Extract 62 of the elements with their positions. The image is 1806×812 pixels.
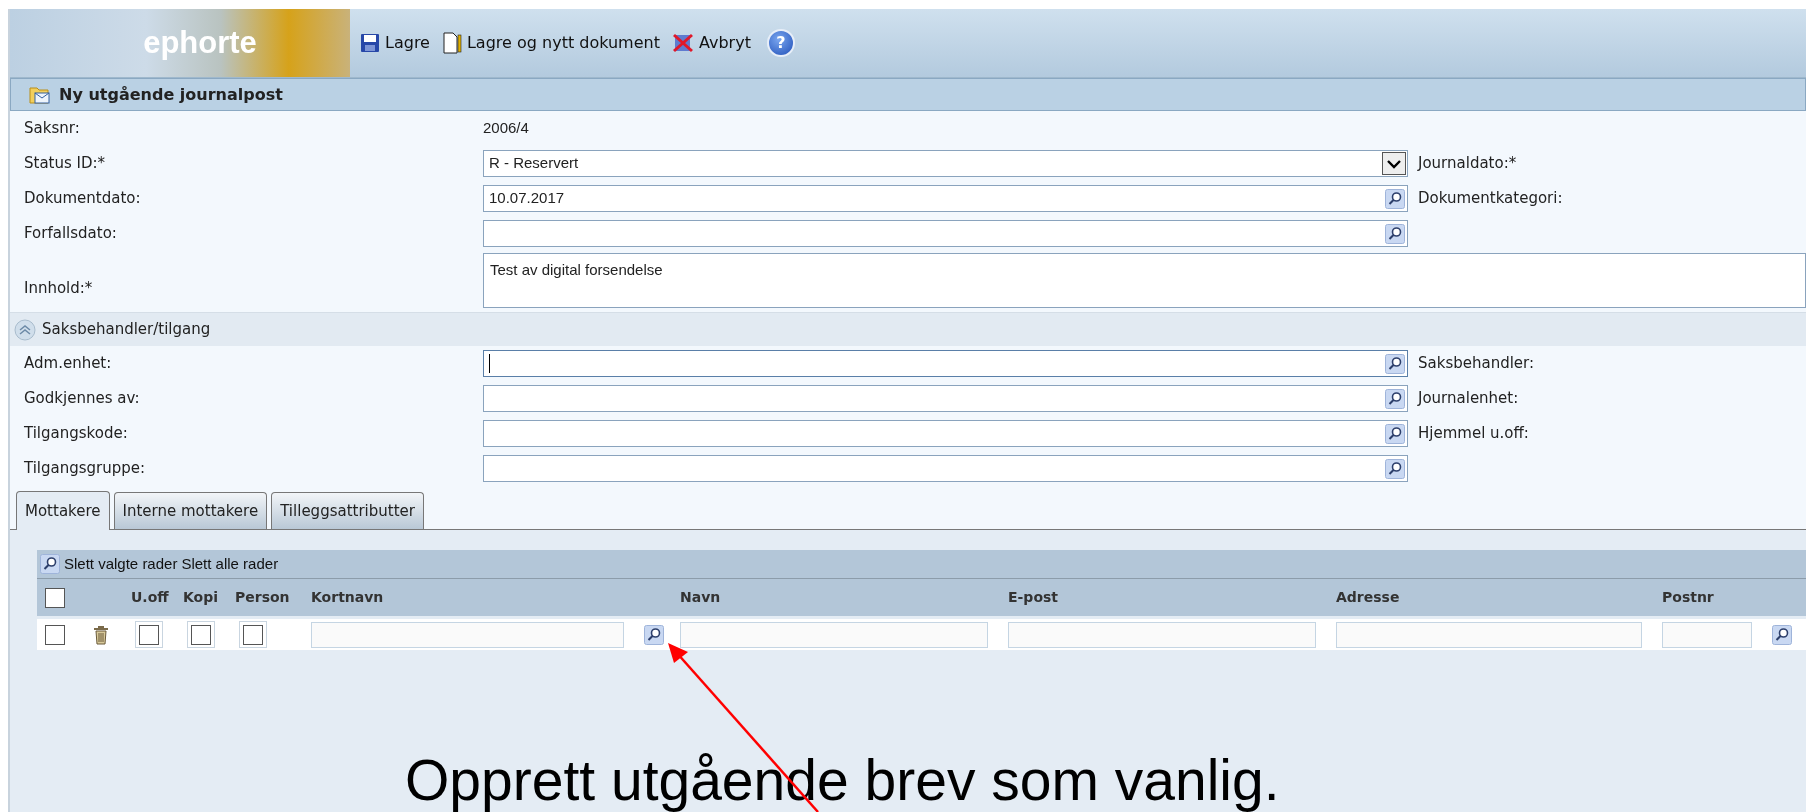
input-field[interactable] bbox=[483, 220, 1408, 247]
field-label: Godkjennes av: bbox=[23, 388, 141, 410]
search-icon[interactable] bbox=[1385, 423, 1405, 444]
column-header: Kopi bbox=[183, 588, 220, 607]
column-header: Person bbox=[235, 588, 291, 607]
toolbar-button[interactable]: Avbryt bbox=[665, 31, 757, 55]
field-label: Journaldato:* bbox=[1416, 153, 1518, 175]
input-field[interactable]: 10.07.2017 bbox=[483, 185, 1408, 212]
checkbox[interactable] bbox=[191, 624, 211, 645]
search-icon[interactable] bbox=[1385, 388, 1405, 409]
column-header: E-post bbox=[1008, 588, 1060, 607]
document-icon bbox=[441, 32, 462, 54]
column-header: Postnr bbox=[1662, 588, 1715, 607]
panel-title: Ny utgående journalpost bbox=[59, 83, 283, 106]
delete-link[interactable]: Slett alle rader bbox=[181, 552, 279, 576]
search-icon[interactable] bbox=[1385, 458, 1405, 479]
folder-envelope-icon bbox=[29, 84, 51, 105]
search-icon[interactable] bbox=[1772, 624, 1792, 645]
field-value: 2006/4 bbox=[483, 118, 530, 139]
tab[interactable]: Interne mottakere bbox=[113, 492, 268, 529]
field-label: Saksnr: bbox=[23, 118, 81, 140]
field-label: Dokumentkategori: bbox=[1417, 188, 1564, 210]
input-field[interactable] bbox=[483, 385, 1408, 412]
field-label: Adm.enhet: bbox=[23, 353, 113, 375]
column-header: Adresse bbox=[1336, 588, 1401, 607]
search-icon[interactable] bbox=[1385, 223, 1405, 244]
save-icon bbox=[360, 33, 380, 53]
collapse-icon[interactable] bbox=[14, 318, 36, 341]
field-label: Journalenhet: bbox=[1416, 388, 1520, 410]
field-label: Innhold:* bbox=[23, 277, 94, 299]
column-header: Navn bbox=[680, 588, 722, 607]
dropdown-field[interactable]: R - Reservert bbox=[483, 150, 1408, 177]
input-field[interactable] bbox=[483, 350, 1408, 377]
section-title: Saksbehandler/tilgang bbox=[42, 319, 211, 341]
toolbar-button[interactable]: Lagre og nytt dokument bbox=[435, 31, 666, 55]
toolbar-button[interactable]: Lagre bbox=[354, 31, 436, 55]
field-label: Dokumentdato: bbox=[23, 188, 142, 210]
column-header: Kortnavn bbox=[311, 588, 385, 607]
field-label: Tilgangsgruppe: bbox=[23, 458, 147, 480]
search-icon[interactable] bbox=[644, 624, 664, 645]
tab[interactable]: Mottakere bbox=[16, 491, 110, 530]
checkbox[interactable] bbox=[243, 624, 263, 645]
column-header: U.off bbox=[131, 588, 170, 607]
field-label: Saksbehandler: bbox=[1417, 353, 1536, 375]
checkbox[interactable] bbox=[139, 624, 159, 645]
cancel-icon bbox=[671, 33, 694, 53]
search-icon[interactable] bbox=[1385, 188, 1405, 209]
select-all-checkbox[interactable] bbox=[45, 587, 65, 608]
input-field[interactable] bbox=[483, 455, 1408, 482]
chevron-down-icon bbox=[1387, 158, 1401, 169]
search-icon[interactable] bbox=[1385, 353, 1405, 374]
input-field[interactable] bbox=[483, 420, 1408, 447]
field-label: Tilgangskode: bbox=[23, 423, 129, 445]
textarea-field[interactable]: Test av digital forsendelse bbox=[483, 252, 1806, 308]
tab[interactable]: Tilleggsattributter bbox=[271, 492, 424, 529]
trash-icon[interactable] bbox=[93, 624, 109, 645]
search-icon[interactable] bbox=[40, 554, 60, 574]
delete-link[interactable]: Slett valgte rader bbox=[64, 552, 178, 576]
field-label: Forfallsdato: bbox=[23, 223, 118, 245]
field-label: Hjemmel u.off: bbox=[1417, 423, 1530, 445]
field-label: Status ID:* bbox=[23, 153, 107, 175]
row-checkbox[interactable] bbox=[45, 624, 65, 645]
